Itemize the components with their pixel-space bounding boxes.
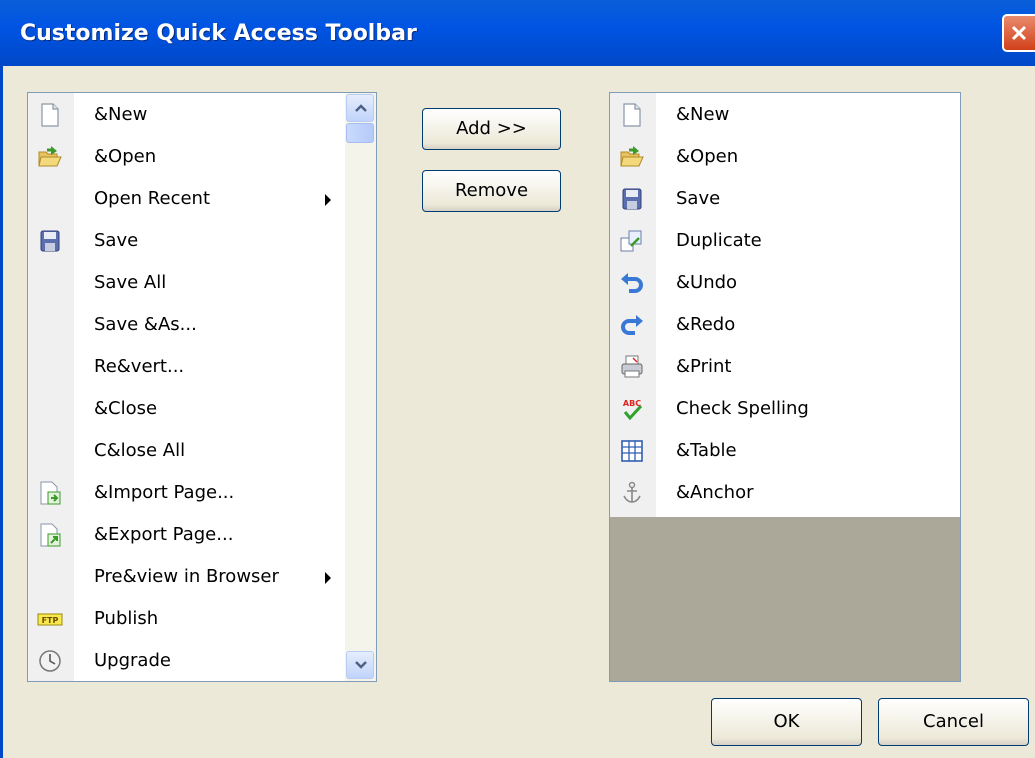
window-title: Customize Quick Access Toolbar — [20, 21, 417, 46]
list-item-label: Save — [94, 230, 139, 251]
list-item[interactable]: &Open — [610, 135, 960, 177]
list-item[interactable]: Save — [28, 219, 376, 261]
available-commands-items: &New &Open Open Recent Save Save All Save &As… — [28, 93, 376, 681]
list-item[interactable]: Re&vert... — [28, 345, 376, 387]
save-disk-icon — [619, 186, 645, 212]
list-item[interactable]: Save All — [28, 261, 376, 303]
list-item[interactable]: Open Recent — [28, 177, 376, 219]
list-item-label: Publish — [94, 608, 159, 629]
available-commands-list[interactable]: &New &Open Open Recent Save Save All Save &As… — [27, 92, 377, 682]
list-item-label: &Export Page... — [94, 524, 234, 545]
list-item-label: Check Spelling — [676, 398, 809, 419]
list-item[interactable]: &Undo — [610, 261, 960, 303]
list-item-label: Save All — [94, 272, 167, 293]
list-item[interactable]: &New — [28, 93, 376, 135]
list-item[interactable]: FTP Publish — [28, 597, 376, 639]
list-empty-area — [610, 517, 960, 681]
list-item-label: Pre&view in Browser — [94, 566, 279, 587]
new-document-icon — [37, 102, 63, 128]
export-page-icon — [37, 522, 63, 548]
list-item[interactable]: Save — [610, 177, 960, 219]
list-item-label: Save — [676, 188, 721, 209]
undo-icon — [619, 270, 645, 296]
ftp-icon: FTP — [37, 606, 63, 632]
save-disk-icon — [37, 228, 63, 254]
list-item[interactable]: Save &As... — [28, 303, 376, 345]
duplicate-icon — [619, 228, 645, 254]
list-item[interactable]: &New — [610, 93, 960, 135]
open-folder-icon — [37, 144, 63, 170]
list-item[interactable]: &Export Page... — [28, 513, 376, 555]
scroll-up-button[interactable] — [346, 94, 374, 122]
list-item[interactable]: C&lose All — [28, 429, 376, 471]
new-document-icon — [619, 102, 645, 128]
ok-button[interactable]: OK — [711, 698, 862, 746]
list-item-label: Open Recent — [94, 188, 211, 209]
list-item-label: Upgrade — [94, 650, 171, 671]
remove-button[interactable]: Remove — [422, 170, 561, 212]
list-item[interactable]: Pre&view in Browser — [28, 555, 376, 597]
close-button[interactable] — [1002, 14, 1035, 52]
list-item-label: C&lose All — [94, 440, 186, 461]
toolbar-commands-list[interactable]: &New &Open Save Duplicate &Undo &Redo &Print AB… — [609, 92, 961, 682]
open-folder-icon — [619, 144, 645, 170]
list-item[interactable]: &Close — [28, 387, 376, 429]
list-item-label: &Import Page... — [94, 482, 235, 503]
import-page-icon — [37, 480, 63, 506]
add-button[interactable]: Add >> — [422, 108, 561, 150]
list-item-label: Save &As... — [94, 314, 197, 335]
list-item[interactable]: &Import Page... — [28, 471, 376, 513]
list-item[interactable]: ABC Check Spelling — [610, 387, 960, 429]
list-item-label: &Redo — [676, 314, 736, 335]
cancel-button[interactable]: Cancel — [878, 698, 1029, 746]
close-icon — [1011, 25, 1027, 41]
clock-icon — [37, 648, 63, 674]
title-bar: Customize Quick Access Toolbar — [0, 0, 1035, 66]
redo-icon — [619, 312, 645, 338]
list-item-label: &Open — [94, 146, 157, 167]
spellcheck-icon: ABC — [619, 396, 645, 422]
chevron-up-icon — [355, 104, 367, 112]
list-item-label: Re&vert... — [94, 356, 185, 377]
submenu-arrow-icon — [325, 194, 331, 206]
list-item-label: &New — [94, 104, 148, 125]
toolbar-commands-items: &New &Open Save Duplicate &Undo &Redo &Print AB… — [610, 93, 960, 513]
list-item[interactable]: &Anchor — [610, 471, 960, 513]
list-item-label: &Open — [676, 146, 739, 167]
submenu-arrow-icon — [325, 572, 331, 584]
list-item-label: &New — [676, 104, 730, 125]
scroll-thumb[interactable] — [346, 123, 374, 143]
list-item-label: &Table — [676, 440, 737, 461]
list-item-label: &Close — [94, 398, 158, 419]
list-item[interactable]: &Print — [610, 345, 960, 387]
list-item-label: Duplicate — [676, 230, 762, 251]
svg-text:FTP: FTP — [42, 616, 59, 625]
list-item[interactable]: &Open — [28, 135, 376, 177]
list-item-label: &Anchor — [676, 482, 754, 503]
table-icon — [619, 438, 645, 464]
printer-icon — [619, 354, 645, 380]
scroll-down-button[interactable] — [346, 651, 374, 679]
list-item-label: &Print — [676, 356, 732, 377]
list-item[interactable]: &Redo — [610, 303, 960, 345]
list-item-label: &Undo — [676, 272, 738, 293]
list-item[interactable]: &Table — [610, 429, 960, 471]
anchor-icon — [619, 480, 645, 506]
list-item[interactable]: Duplicate — [610, 219, 960, 261]
vertical-scrollbar[interactable] — [345, 93, 376, 681]
chevron-down-icon — [355, 661, 367, 669]
list-item[interactable]: Upgrade — [28, 639, 376, 681]
